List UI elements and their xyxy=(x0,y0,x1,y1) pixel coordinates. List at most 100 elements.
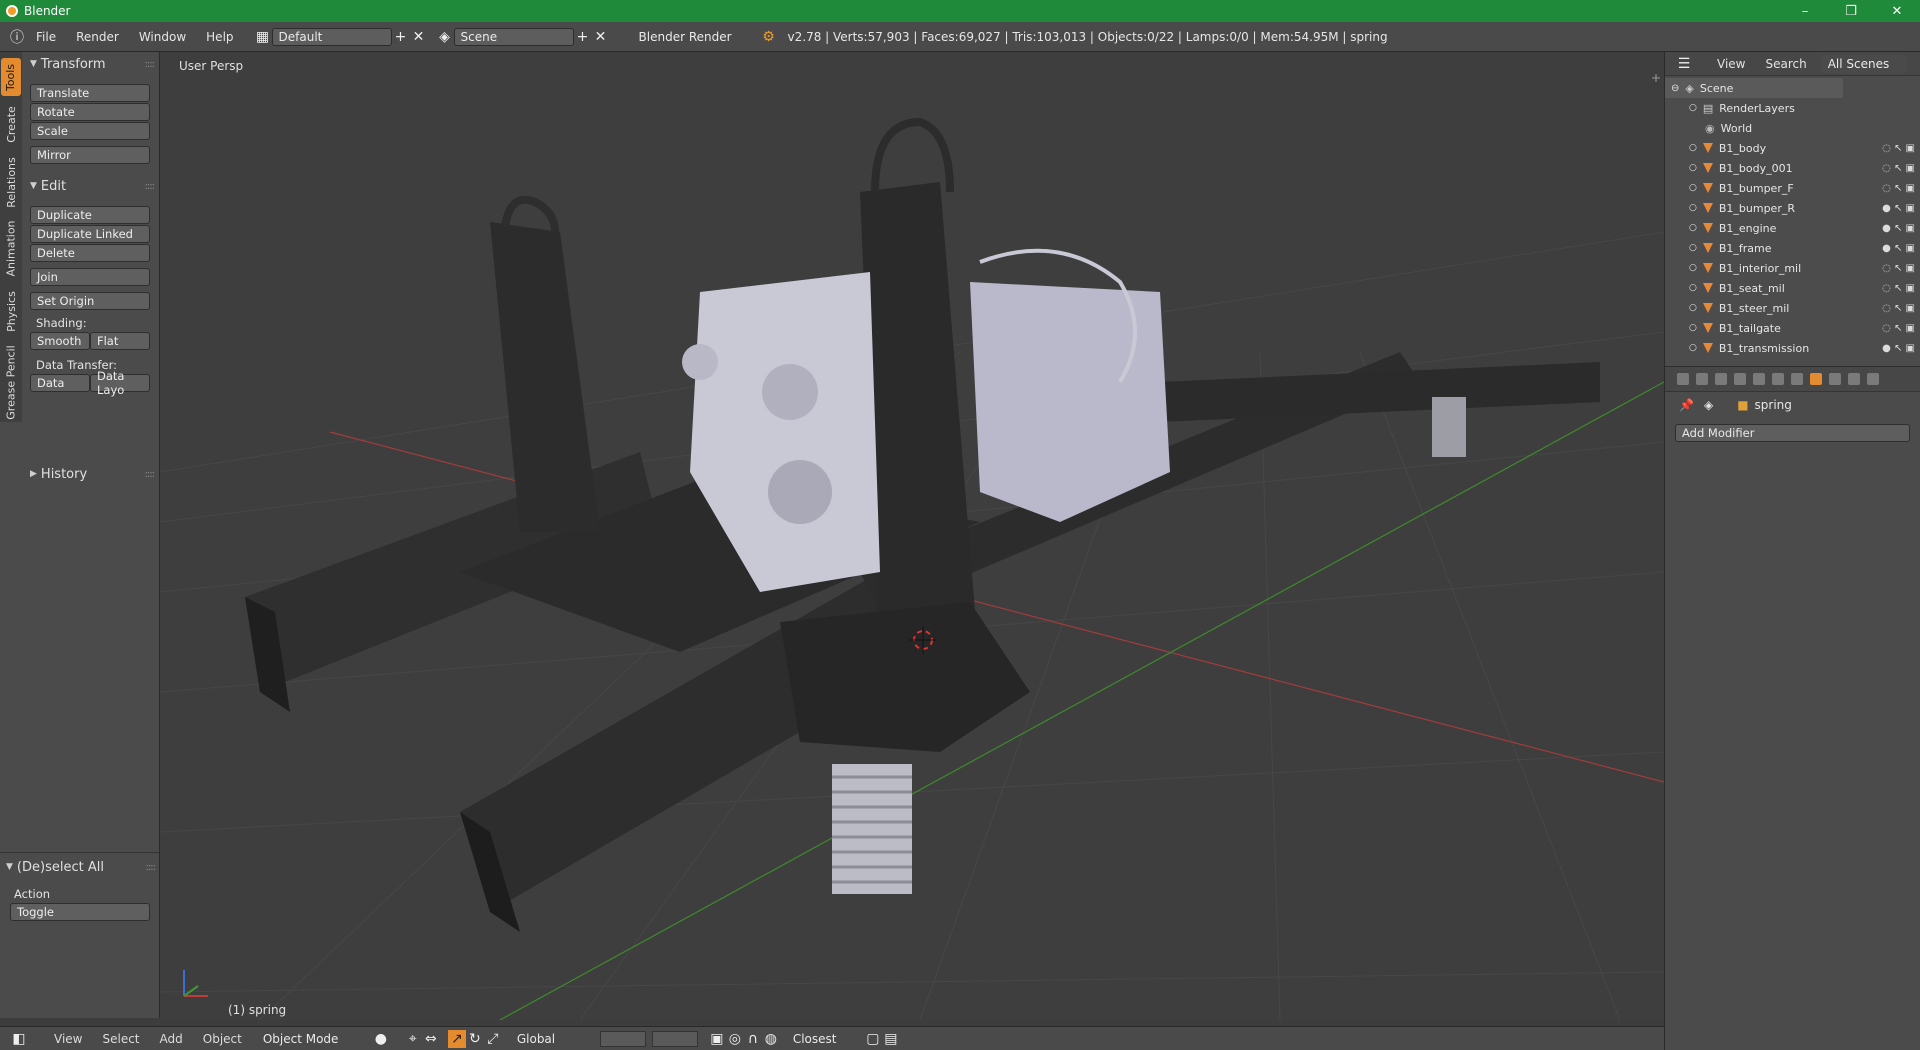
expand-icon[interactable]: ○ xyxy=(1689,203,1697,213)
outliner-row-object[interactable]: ○ B1_steer_mil ◌ ↖ ▣ xyxy=(1665,298,1920,318)
minimize-button[interactable]: – xyxy=(1782,0,1828,22)
snap-element-icon[interactable]: ◍ xyxy=(762,1030,780,1048)
render-engine-select[interactable]: Blender Render xyxy=(631,27,742,46)
shade-flat-button[interactable]: Flat xyxy=(90,332,150,350)
texture-tab-icon[interactable] xyxy=(1867,373,1879,385)
expand-icon[interactable]: ○ xyxy=(1689,183,1697,193)
outliner-display-mode-select[interactable]: All Scenes xyxy=(1820,54,1907,73)
outliner-row-object[interactable]: ○ B1_bumper_F ◌ ↖ ▣ xyxy=(1665,178,1920,198)
menu-help[interactable]: Help xyxy=(196,30,243,44)
interaction-mode-select[interactable]: Object Mode xyxy=(255,1029,364,1048)
outliner-row-renderlayers[interactable]: ○ ▤ RenderLayers xyxy=(1665,98,1920,118)
viewport-shading-icon[interactable]: ● xyxy=(372,1030,390,1048)
layers-grid-a[interactable] xyxy=(599,1030,646,1047)
outliner-row-object[interactable]: ○ B1_frame ● ↖ ▣ xyxy=(1665,238,1920,258)
translate-button[interactable]: Translate xyxy=(30,84,150,102)
snap-target-select[interactable]: Closest xyxy=(785,1029,856,1048)
transform-orientation-select[interactable]: Global xyxy=(509,1029,586,1048)
render-animation-icon[interactable]: ▤ xyxy=(882,1030,900,1048)
drag-grip-icon[interactable]: :::: xyxy=(145,59,156,70)
data-transfer-button[interactable]: Data xyxy=(30,374,90,392)
remove-layout-icon[interactable]: ✕ xyxy=(410,28,428,46)
expand-icon[interactable]: ○ xyxy=(1689,323,1697,333)
outliner-row-world[interactable]: ◉ World xyxy=(1665,118,1920,138)
duplicate-button[interactable]: Duplicate xyxy=(30,206,150,224)
shade-smooth-button[interactable]: Smooth xyxy=(30,332,90,350)
menu-select[interactable]: Select xyxy=(92,1032,149,1046)
visibility-controls[interactable]: ● ↖ ▣ xyxy=(1882,243,1915,254)
maximize-button[interactable]: ❐ xyxy=(1828,0,1874,22)
outliner-editor-icon[interactable]: ☰ xyxy=(1675,55,1693,73)
add-layout-icon[interactable]: + xyxy=(392,28,410,46)
expand-icon[interactable]: ○ xyxy=(1689,143,1697,153)
rotate-button[interactable]: Rotate xyxy=(30,103,150,121)
visibility-controls[interactable]: ◌ ↖ ▣ xyxy=(1882,303,1915,314)
rotate-manipulator-icon[interactable]: ↻ xyxy=(466,1030,484,1048)
delete-button[interactable]: Delete xyxy=(30,244,150,262)
drag-grip-icon[interactable]: :::: xyxy=(145,469,156,480)
editor-type-icon[interactable]: ◧ xyxy=(10,1030,28,1048)
scale-manipulator-icon[interactable]: ⤢ xyxy=(484,1030,502,1048)
scale-button[interactable]: Scale xyxy=(30,122,150,140)
tab-relations[interactable]: Relations xyxy=(1,152,21,212)
3d-viewport[interactable]: User Persp (1) spring xyxy=(160,52,1664,1020)
outliner-row-object[interactable]: ○ B1_transmission ● ↖ ▣ xyxy=(1665,338,1920,358)
scene-field[interactable]: Scene xyxy=(453,27,574,46)
drag-grip-icon[interactable]: :::: xyxy=(146,862,157,873)
pin-icon[interactable]: 📌 xyxy=(1679,398,1694,412)
visibility-controls[interactable]: ◌ ↖ ▣ xyxy=(1882,163,1915,174)
layers-grid-b[interactable] xyxy=(651,1030,698,1047)
expand-icon[interactable]: ○ xyxy=(1689,103,1697,113)
remove-scene-icon[interactable]: ✕ xyxy=(592,28,610,46)
tab-animation[interactable]: Animation xyxy=(1,216,21,280)
visibility-controls[interactable]: ● ↖ ▣ xyxy=(1882,203,1915,214)
menu-window[interactable]: Window xyxy=(129,30,196,44)
expand-icon[interactable]: ○ xyxy=(1689,223,1697,233)
expand-icon[interactable]: ○ xyxy=(1689,243,1697,253)
pivot-point-icon[interactable]: ⌖ xyxy=(404,1030,422,1048)
outliner-row-scene[interactable]: ⊖ ◈ Scene xyxy=(1665,78,1843,98)
expand-icon[interactable]: ○ xyxy=(1689,303,1697,313)
set-origin-select[interactable]: Set Origin xyxy=(30,292,150,310)
outliner-row-object[interactable]: ○ B1_engine ● ↖ ▣ xyxy=(1665,218,1920,238)
info-editor-icon[interactable]: ⓘ xyxy=(8,28,26,46)
history-panel-header[interactable]: ▶ History :::: xyxy=(22,464,158,484)
snap-toggle-icon[interactable]: ∩ xyxy=(744,1030,762,1048)
visibility-controls[interactable]: ◌ ↖ ▣ xyxy=(1882,323,1915,334)
expand-icon[interactable]: ○ xyxy=(1689,163,1697,173)
duplicate-linked-button[interactable]: Duplicate Linked xyxy=(30,225,150,243)
world-tab-icon[interactable] xyxy=(1753,373,1765,385)
properties-editor-icon[interactable] xyxy=(1677,373,1689,385)
tab-grease-pencil[interactable]: Grease Pencil xyxy=(1,342,21,422)
tab-create[interactable]: Create xyxy=(1,100,21,148)
operator-panel-header[interactable]: ▼ (De)select All :::: xyxy=(0,857,159,877)
manipulator-toggle-icon[interactable]: ⇔ xyxy=(422,1030,440,1048)
data-tab-icon[interactable] xyxy=(1829,373,1841,385)
tab-physics[interactable]: Physics xyxy=(1,284,21,338)
visibility-controls[interactable]: ◌ ↖ ▣ xyxy=(1882,183,1915,194)
close-button[interactable]: ✕ xyxy=(1874,0,1920,22)
visibility-controls[interactable]: ● ↖ ▣ xyxy=(1882,223,1915,234)
outliner-row-object[interactable]: ○ B1_interior_mil ◌ ↖ ▣ xyxy=(1665,258,1920,278)
translate-manipulator-icon[interactable]: ↗ xyxy=(447,1029,466,1048)
render-tab-icon[interactable] xyxy=(1696,373,1708,385)
outliner-row-object[interactable]: ○ B1_body ◌ ↖ ▣ xyxy=(1665,138,1920,158)
material-tab-icon[interactable] xyxy=(1848,373,1860,385)
outliner-row-object[interactable]: ○ B1_bumper_R ● ↖ ▣ xyxy=(1665,198,1920,218)
join-button[interactable]: Join xyxy=(30,268,150,286)
expand-icon[interactable]: ○ xyxy=(1689,343,1697,353)
scene-icon[interactable]: ◈ xyxy=(436,28,454,46)
expand-icon[interactable]: ○ xyxy=(1689,263,1697,273)
mirror-button[interactable]: Mirror xyxy=(30,146,150,164)
visibility-controls[interactable]: ◌ ↖ ▣ xyxy=(1882,143,1915,154)
edit-panel-header[interactable]: ▼ Edit :::: xyxy=(22,176,158,196)
viewport-corner-plus-icon[interactable] xyxy=(1652,74,1660,82)
menu-add[interactable]: Add xyxy=(150,1032,193,1046)
menu-render[interactable]: Render xyxy=(66,30,129,44)
proportional-edit-icon[interactable]: ◎ xyxy=(726,1030,744,1048)
outliner-row-object[interactable]: ○ B1_body_001 ◌ ↖ ▣ xyxy=(1665,158,1920,178)
expand-icon[interactable]: ○ xyxy=(1689,283,1697,293)
visibility-controls[interactable]: ◌ ↖ ▣ xyxy=(1882,283,1915,294)
action-select[interactable]: Toggle xyxy=(10,903,150,921)
render-layers-tab-icon[interactable] xyxy=(1715,373,1727,385)
